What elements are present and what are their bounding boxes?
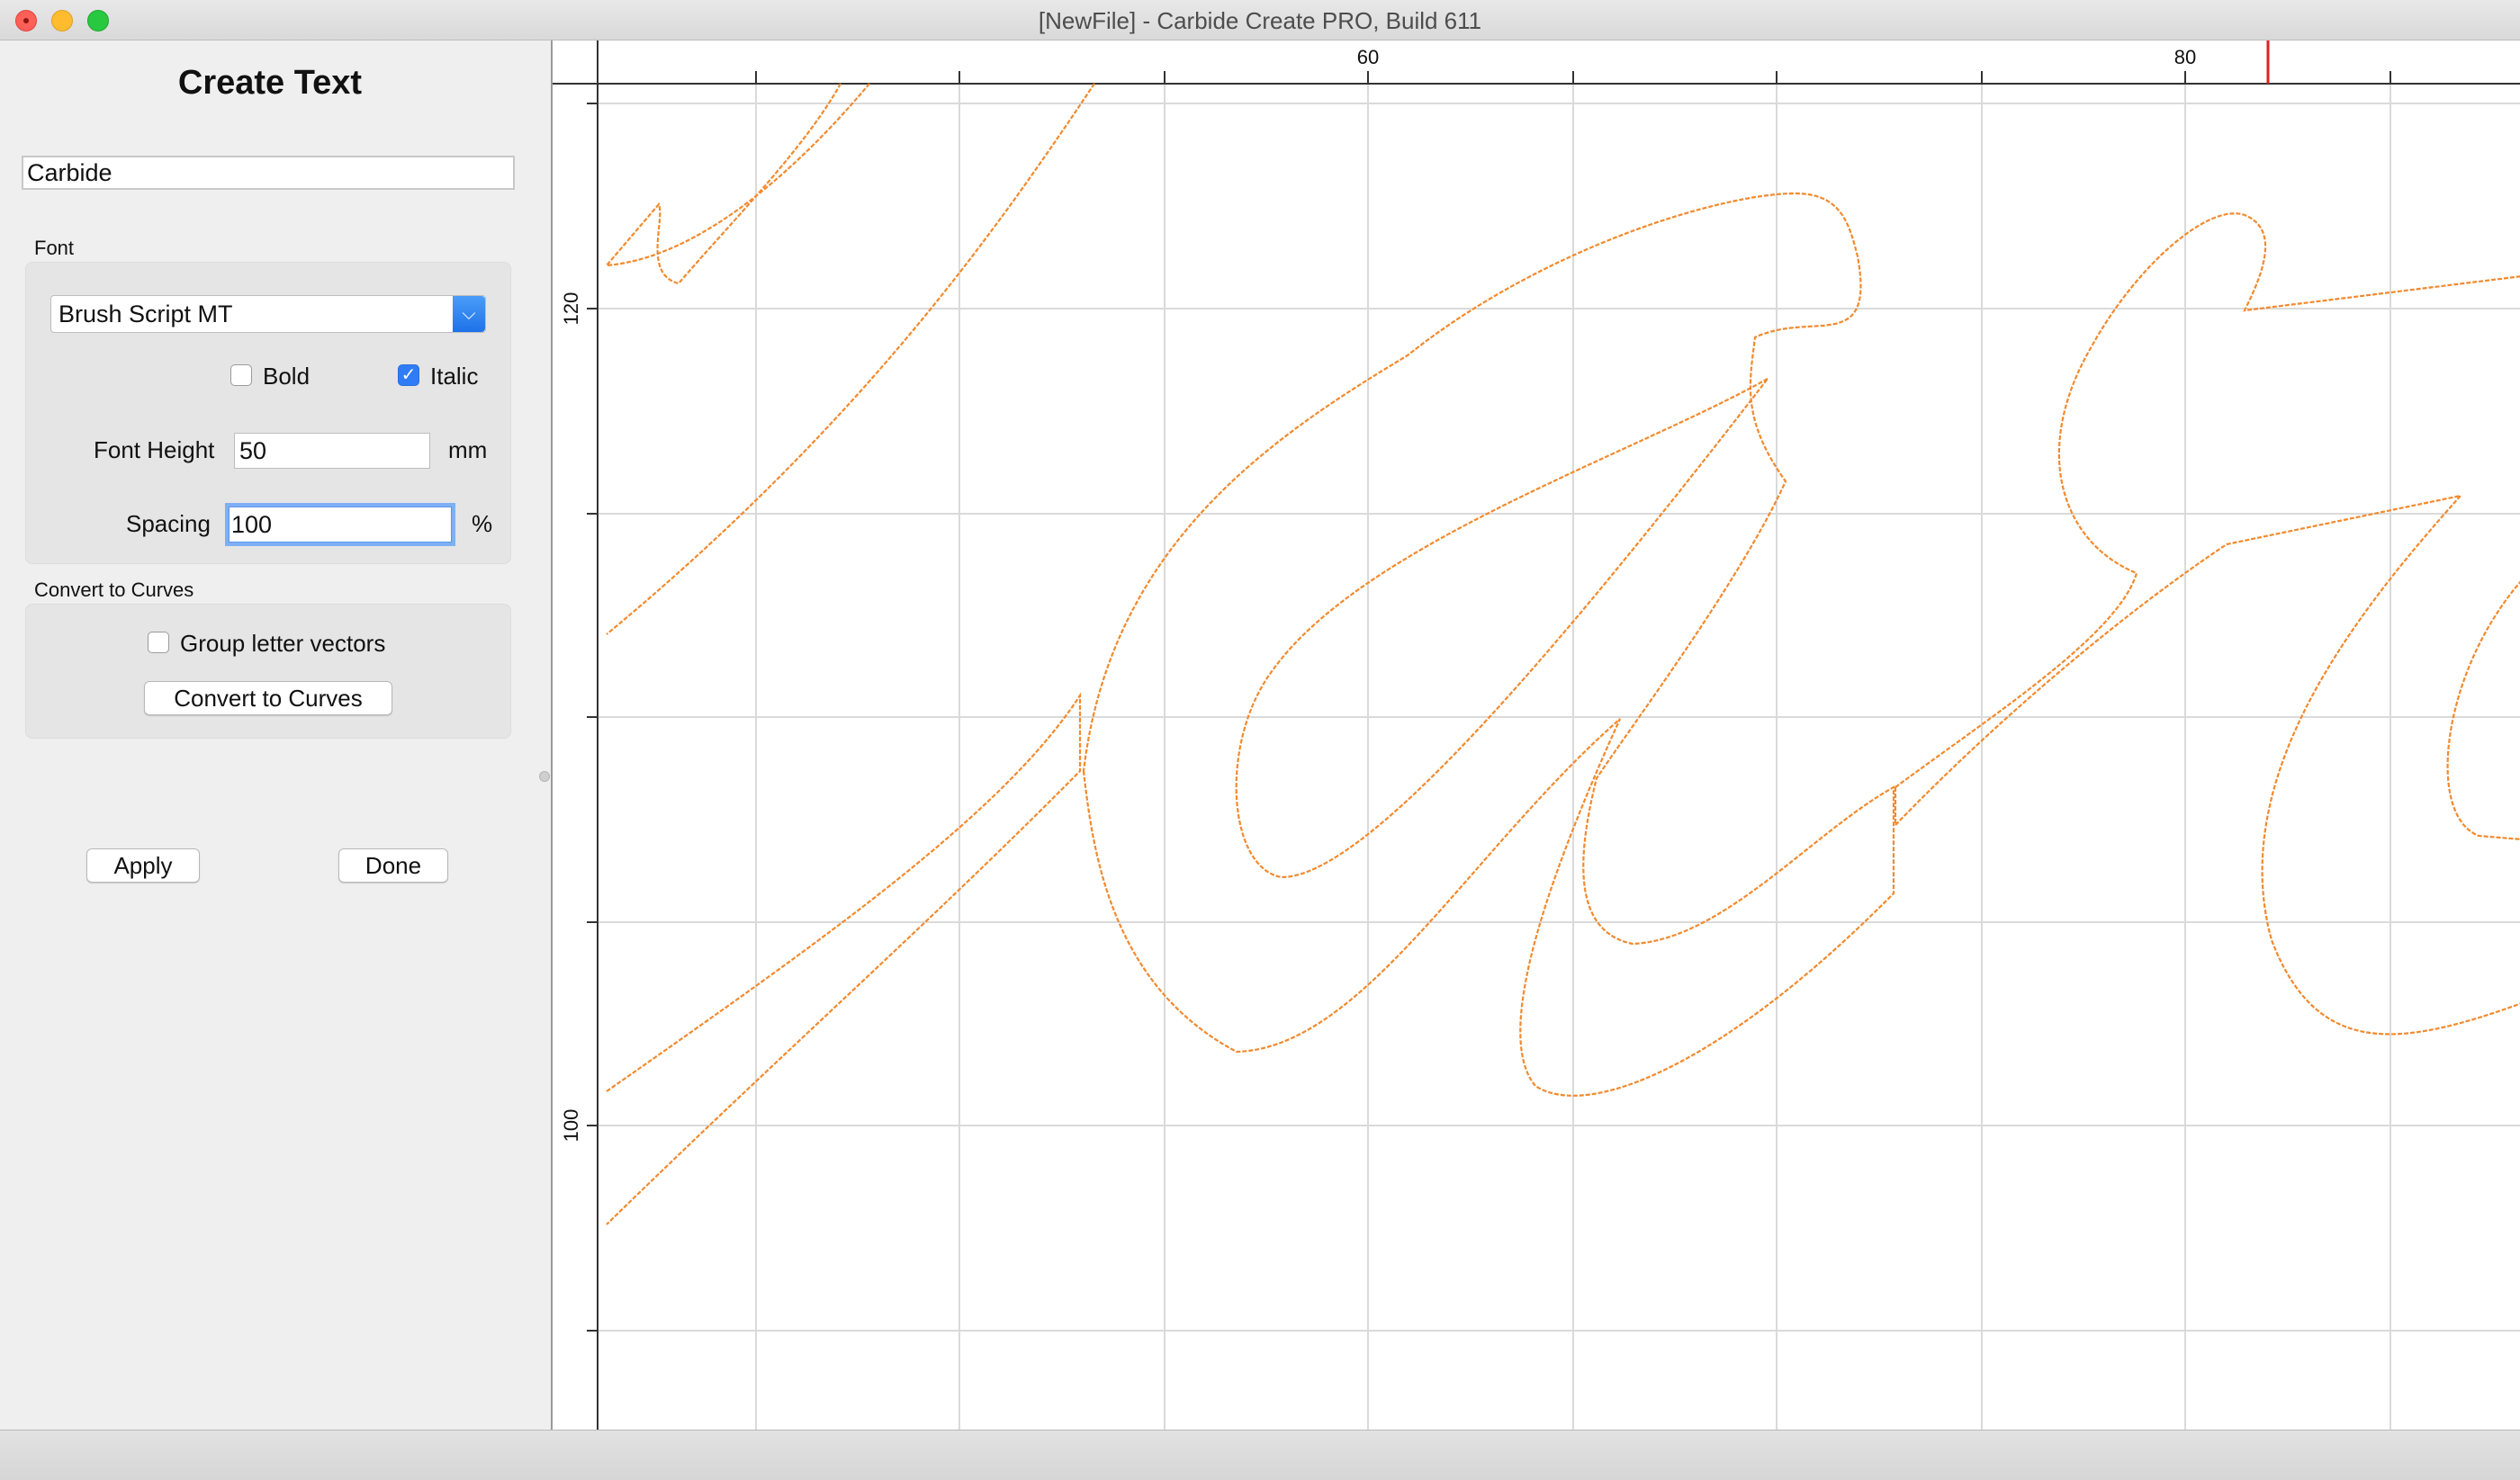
design-canvas[interactable]: 60 80 120 100 xyxy=(551,40,2520,1430)
italic-checkbox[interactable]: ✓ xyxy=(398,364,419,386)
chevron-down-icon: ⌵ xyxy=(453,296,485,332)
ruler-top-label-60: 60 xyxy=(1357,46,1379,68)
font-height-unit: mm xyxy=(448,436,488,463)
panel-title: Create Text xyxy=(177,64,363,102)
bold-checkbox[interactable] xyxy=(230,364,252,386)
outline-c-tail xyxy=(606,692,1082,1225)
spacing-input[interactable] xyxy=(225,503,455,546)
font-height-input[interactable] xyxy=(234,433,430,469)
group-letter-vectors-checkbox[interactable] xyxy=(148,632,169,653)
top-ruler[interactable] xyxy=(553,40,2520,84)
bold-label: Bold xyxy=(263,363,310,390)
outline-letter-a-inner xyxy=(1235,378,1768,879)
outline-letter-b-edge xyxy=(2446,580,2520,840)
checkmark-icon: ✓ xyxy=(400,365,417,385)
text-outline[interactable] xyxy=(604,83,2520,1225)
outline-letter-a-outer xyxy=(1082,192,1895,1097)
splitter-handle[interactable] xyxy=(539,771,550,782)
apply-button[interactable]: Apply xyxy=(86,848,200,883)
spacing-unit: % xyxy=(472,510,493,537)
convert-section-label: Convert to Curves xyxy=(34,579,194,601)
convert-to-curves-button[interactable]: Convert to Curves xyxy=(144,681,392,715)
font-section-label: Font xyxy=(34,237,75,259)
italic-label: Italic xyxy=(430,363,479,390)
canvas-svg: 60 80 120 100 xyxy=(553,40,2520,1430)
ruler-top-label-80: 80 xyxy=(2174,46,2196,68)
outline-c-stroke xyxy=(606,83,1095,635)
done-button[interactable]: Done xyxy=(338,848,448,883)
font-height-label: Font Height xyxy=(94,436,215,463)
outline-letter-r-outer xyxy=(1894,212,2520,788)
spacing-label: Spacing xyxy=(126,510,211,537)
title-bar: [NewFile] - Carbide Create PRO, Build 61… xyxy=(0,0,2520,40)
grid-lines xyxy=(598,84,2520,1430)
outline-letter-r-inner xyxy=(1894,494,2520,1036)
ruler-left-label-120: 120 xyxy=(560,292,582,326)
outline-c-top xyxy=(604,83,870,285)
create-text-panel: Create Text Font Brush Script MT ⌵ Bold … xyxy=(0,40,551,1430)
left-ruler[interactable] xyxy=(553,40,598,1430)
convert-group xyxy=(25,604,511,739)
font-select[interactable]: Brush Script MT ⌵ xyxy=(50,295,486,333)
font-select-value: Brush Script MT xyxy=(58,300,233,327)
text-input[interactable] xyxy=(22,156,515,190)
window-title: [NewFile] - Carbide Create PRO, Build 61… xyxy=(1038,7,1482,34)
ruler-ticks xyxy=(587,71,2391,1332)
status-bar xyxy=(0,1430,2520,1480)
group-letter-vectors-label: Group letter vectors xyxy=(180,630,386,657)
ruler-left-label-100: 100 xyxy=(560,1109,582,1143)
